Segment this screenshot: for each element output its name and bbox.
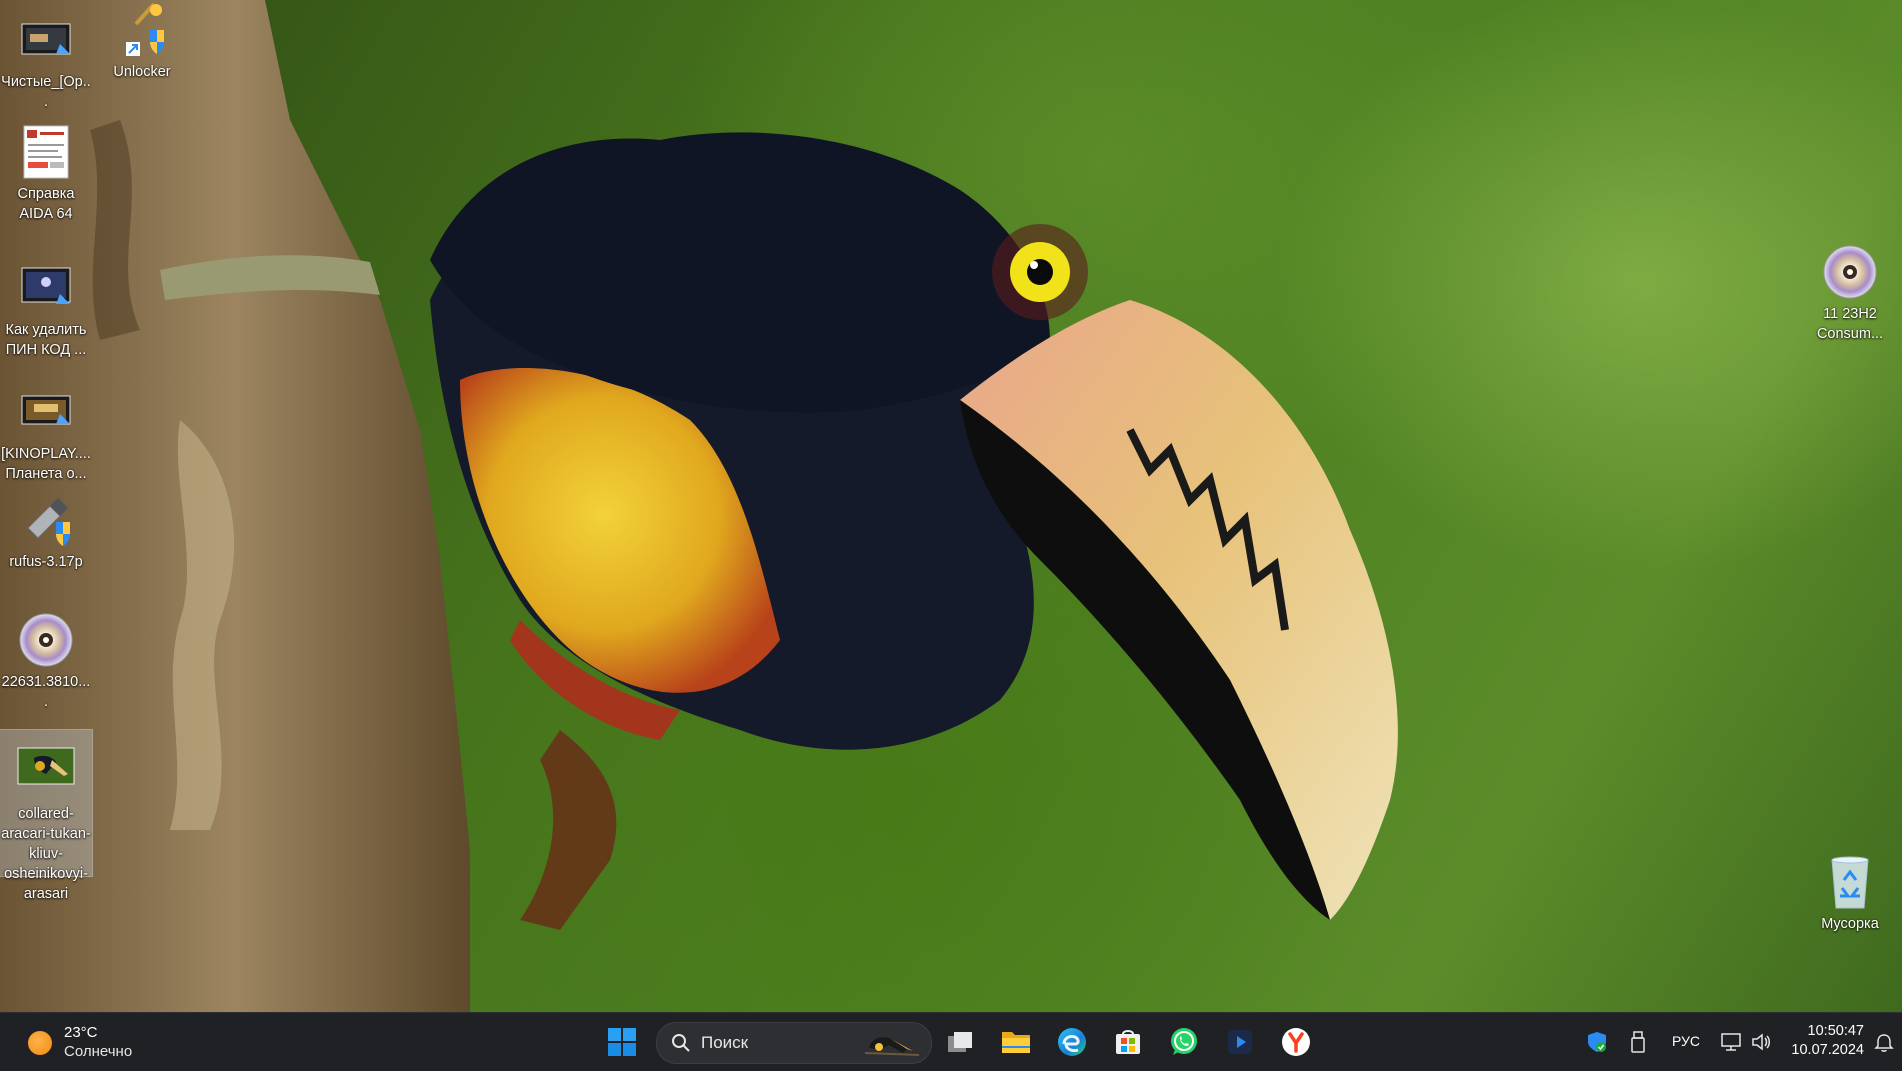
yandex-button[interactable] [1274, 1021, 1318, 1063]
unlocker-shortcut-icon [112, 2, 172, 68]
usb-device-icon[interactable] [1630, 1030, 1646, 1054]
desktop-icon-unlocker[interactable]: Unlocker [96, 2, 188, 82]
windows-security-icon[interactable] [1586, 1030, 1608, 1054]
desktop-icon-aida[interactable]: Справка AIDA 64 [0, 124, 92, 224]
start-button[interactable] [600, 1021, 644, 1063]
desktop-icon-label: [KINOPLAY.... Планета о... [1, 446, 91, 482]
media-player-icon [1228, 1030, 1252, 1054]
desktop-icon-photo[interactable]: collared-aracari-tukan-kliuv-osheinikovy… [0, 729, 93, 902]
search-icon [672, 1034, 690, 1052]
video-file-icon [16, 260, 76, 316]
desktop-icon-label: Мусорка [1821, 916, 1879, 932]
media-player-button[interactable] [1218, 1021, 1262, 1063]
desktop-icon-label: Как удалить ПИН КОД ... [5, 322, 87, 358]
notification-bell-icon[interactable] [1874, 1033, 1894, 1053]
desktop-icon-video2[interactable]: Как удалить ПИН КОД ... [0, 260, 92, 360]
video-file-icon [16, 12, 76, 68]
weather-condition: Солнечно [64, 1043, 133, 1060]
desktop-wallpaper [0, 0, 1902, 1012]
disc-image-icon [16, 612, 76, 668]
task-view-icon [948, 1032, 972, 1052]
desktop-icon-recycle-bin[interactable]: Мусорка [1804, 854, 1896, 934]
sun-icon [28, 1031, 52, 1055]
search-placeholder: Поиск [701, 1033, 749, 1052]
desktop-icon-label: 11 23H2 Consum... [1816, 306, 1884, 342]
volume-icon[interactable] [1750, 1031, 1772, 1053]
clock-date: 10.07.2024 [1791, 1042, 1864, 1058]
language-indicator[interactable]: РУС [1672, 1033, 1700, 1049]
desktop-icon-iso2[interactable]: 11 23H2 Consum... [1804, 244, 1896, 344]
recycle-bin-icon [1820, 854, 1880, 910]
desktop-icon-label: Справка AIDA 64 [17, 186, 75, 222]
yandex-icon [1282, 1028, 1310, 1056]
video-file-icon [16, 384, 76, 440]
desktop-icon-video1[interactable]: Чистые_[Ор... [0, 12, 92, 112]
edge-icon [1058, 1028, 1086, 1056]
search-box[interactable]: Поиск [656, 1022, 932, 1064]
weather-temperature: 23°C [64, 1024, 98, 1041]
desktop-icon-label: 22631.3810.... [1, 674, 91, 710]
usb-drive-icon [16, 492, 76, 548]
store-button[interactable] [1106, 1021, 1150, 1063]
file-explorer-button[interactable] [994, 1021, 1038, 1063]
windows-logo-icon [608, 1028, 636, 1056]
network-icon[interactable] [1720, 1031, 1742, 1053]
image-file-icon [16, 744, 76, 800]
store-icon [1116, 1030, 1140, 1054]
desktop-icon-label: collared-aracari-tukan-kliuv-osheinikovy… [1, 806, 91, 902]
clock-time: 10:50:47 [1807, 1023, 1864, 1039]
clock[interactable]: 10:50:47 10.07.2024 [1791, 1022, 1864, 1060]
task-view-button[interactable] [938, 1021, 982, 1063]
document-icon [16, 124, 76, 180]
desktop-icon-video3[interactable]: [KINOPLAY.... Планета о... [0, 384, 92, 484]
weather-widget[interactable]: 23°C Солнечно [20, 1021, 160, 1063]
whatsapp-button[interactable] [1162, 1021, 1206, 1063]
edge-button[interactable] [1050, 1021, 1094, 1063]
folder-icon [1002, 1032, 1030, 1053]
desktop-icon-iso1[interactable]: 22631.3810.... [0, 612, 92, 712]
desktop-icon-label: Чистые_[Ор... [1, 74, 91, 110]
toucan-wallpaper-image [0, 0, 1398, 1012]
desktop-icon-label: rufus-3.17p [9, 554, 83, 570]
desktop-icon-rufus[interactable]: rufus-3.17p [0, 492, 92, 572]
search-highlight-toucan-icon [864, 1037, 920, 1056]
taskbar: 23°C Солнечно Поиск РУС 10:50:47 10.07.2… [0, 1012, 1902, 1071]
whatsapp-icon [1171, 1028, 1197, 1055]
disc-image-icon [1820, 244, 1880, 300]
